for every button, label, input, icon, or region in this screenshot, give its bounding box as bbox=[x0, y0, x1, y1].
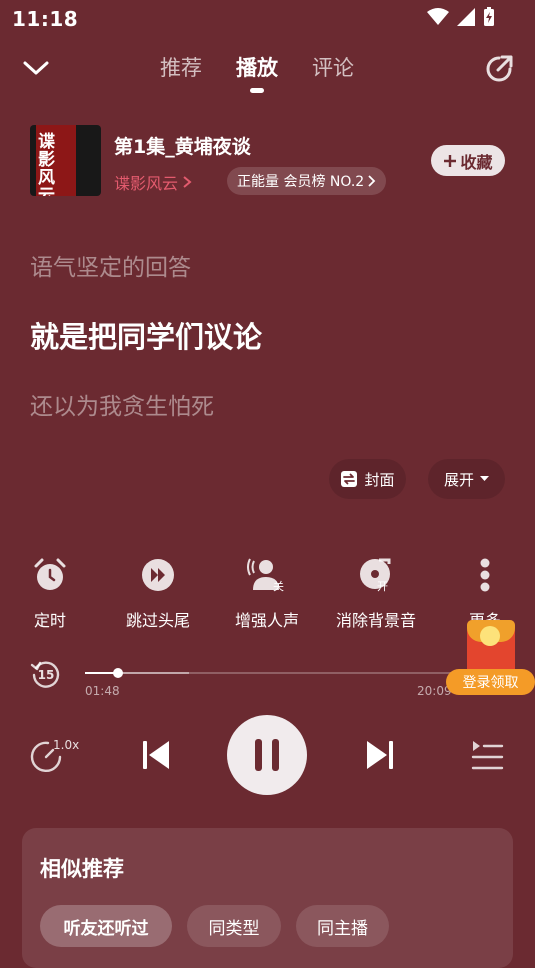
lyric-next: 还以为我贪生怕死 bbox=[30, 394, 214, 420]
next-button[interactable] bbox=[364, 738, 396, 772]
favorite-label: 收藏 bbox=[460, 152, 493, 172]
battery-icon bbox=[483, 7, 495, 27]
cellular-icon bbox=[457, 8, 475, 26]
speed-label: 1.0x bbox=[53, 738, 80, 752]
enhance-voice-label: 增强人声 bbox=[234, 611, 299, 630]
progress-knob[interactable] bbox=[112, 668, 123, 678]
chip-same-host[interactable]: 同主播 bbox=[296, 905, 389, 947]
current-time: 01:48 bbox=[85, 684, 120, 698]
album-cover[interactable]: 谍影风云 bbox=[30, 125, 101, 196]
recommend-title: 相似推荐 bbox=[40, 857, 124, 881]
skip-intro-outro-button[interactable]: 跳过头尾 bbox=[108, 556, 208, 631]
episode-title: 第1集_黄埔夜谈 bbox=[114, 136, 251, 158]
skip-next-icon bbox=[367, 741, 393, 769]
author-link[interactable]: 谍影风云 bbox=[114, 170, 192, 194]
speed-button[interactable]: 1.0x bbox=[30, 735, 82, 775]
rewind-15-button[interactable]: 15 bbox=[30, 658, 62, 690]
rewind-seconds: 15 bbox=[38, 668, 55, 682]
voice-enhance-state: 关 bbox=[273, 580, 284, 593]
lyric-current: 就是把同学们议论 bbox=[30, 320, 263, 354]
cover-text: 谍影风云 bbox=[38, 132, 55, 196]
login-reward-button[interactable]: 登录领取 bbox=[446, 669, 535, 695]
plus-icon bbox=[444, 154, 457, 167]
pause-button[interactable] bbox=[227, 715, 307, 795]
expand-label: 展开 bbox=[443, 470, 474, 489]
recommend-card bbox=[22, 828, 513, 968]
collapse-button[interactable] bbox=[20, 52, 52, 84]
tab-play[interactable]: 播放 bbox=[236, 52, 278, 93]
music-disc-icon: 开 bbox=[326, 556, 426, 594]
share-button[interactable] bbox=[482, 52, 516, 86]
voice-enhance-icon: 关 bbox=[217, 556, 317, 594]
status-icons bbox=[427, 7, 495, 27]
timer-label: 定时 bbox=[33, 611, 66, 630]
playlist-button[interactable] bbox=[470, 738, 504, 772]
skip-intro-outro-label: 跳过头尾 bbox=[125, 611, 190, 630]
switch-icon bbox=[341, 471, 358, 487]
rewind-icon: 15 bbox=[30, 661, 60, 688]
cover-toggle-label: 封面 bbox=[364, 470, 395, 489]
share-icon bbox=[486, 55, 513, 82]
skip-forward-icon bbox=[108, 556, 208, 594]
pause-icon bbox=[255, 739, 279, 771]
wifi-icon bbox=[427, 8, 449, 26]
rank-badge[interactable]: 正能量 会员榜 NO.2 bbox=[227, 167, 387, 195]
more-vertical-icon bbox=[435, 556, 535, 594]
timer-button[interactable]: 定时 bbox=[0, 556, 100, 631]
lyric-previous: 语气坚定的回答 bbox=[30, 255, 191, 281]
tab-bar: 推荐 播放 评论 bbox=[160, 52, 354, 93]
chip-listeners-also-heard[interactable]: 听友还听过 bbox=[40, 905, 172, 947]
playlist-icon bbox=[471, 741, 504, 770]
remove-background-label: 消除背景音 bbox=[335, 611, 416, 630]
remove-background-state: 开 bbox=[377, 580, 388, 593]
author-name: 谍影风云 bbox=[114, 174, 179, 193]
rank-badge-label: 正能量 会员榜 NO.2 bbox=[237, 174, 365, 190]
chevron-right-icon bbox=[368, 175, 376, 187]
chevron-right-icon bbox=[183, 176, 192, 188]
status-time: 11:18 bbox=[12, 7, 79, 31]
tab-recommend[interactable]: 推荐 bbox=[160, 52, 202, 82]
enhance-voice-button[interactable]: 关 增强人声 bbox=[217, 556, 317, 631]
expand-button[interactable]: 展开 bbox=[428, 459, 505, 499]
favorite-button[interactable]: 收藏 bbox=[431, 145, 505, 176]
caret-down-icon bbox=[480, 476, 489, 481]
previous-button[interactable] bbox=[140, 738, 172, 772]
alarm-clock-icon bbox=[0, 556, 100, 594]
coin-icon bbox=[480, 626, 500, 646]
remove-background-button[interactable]: 开 消除背景音 bbox=[326, 556, 426, 631]
chip-same-category[interactable]: 同类型 bbox=[187, 905, 281, 947]
chevron-down-icon bbox=[23, 61, 49, 75]
tab-comments[interactable]: 评论 bbox=[312, 52, 354, 82]
skip-previous-icon bbox=[143, 741, 169, 769]
cover-toggle-button[interactable]: 封面 bbox=[329, 459, 406, 499]
